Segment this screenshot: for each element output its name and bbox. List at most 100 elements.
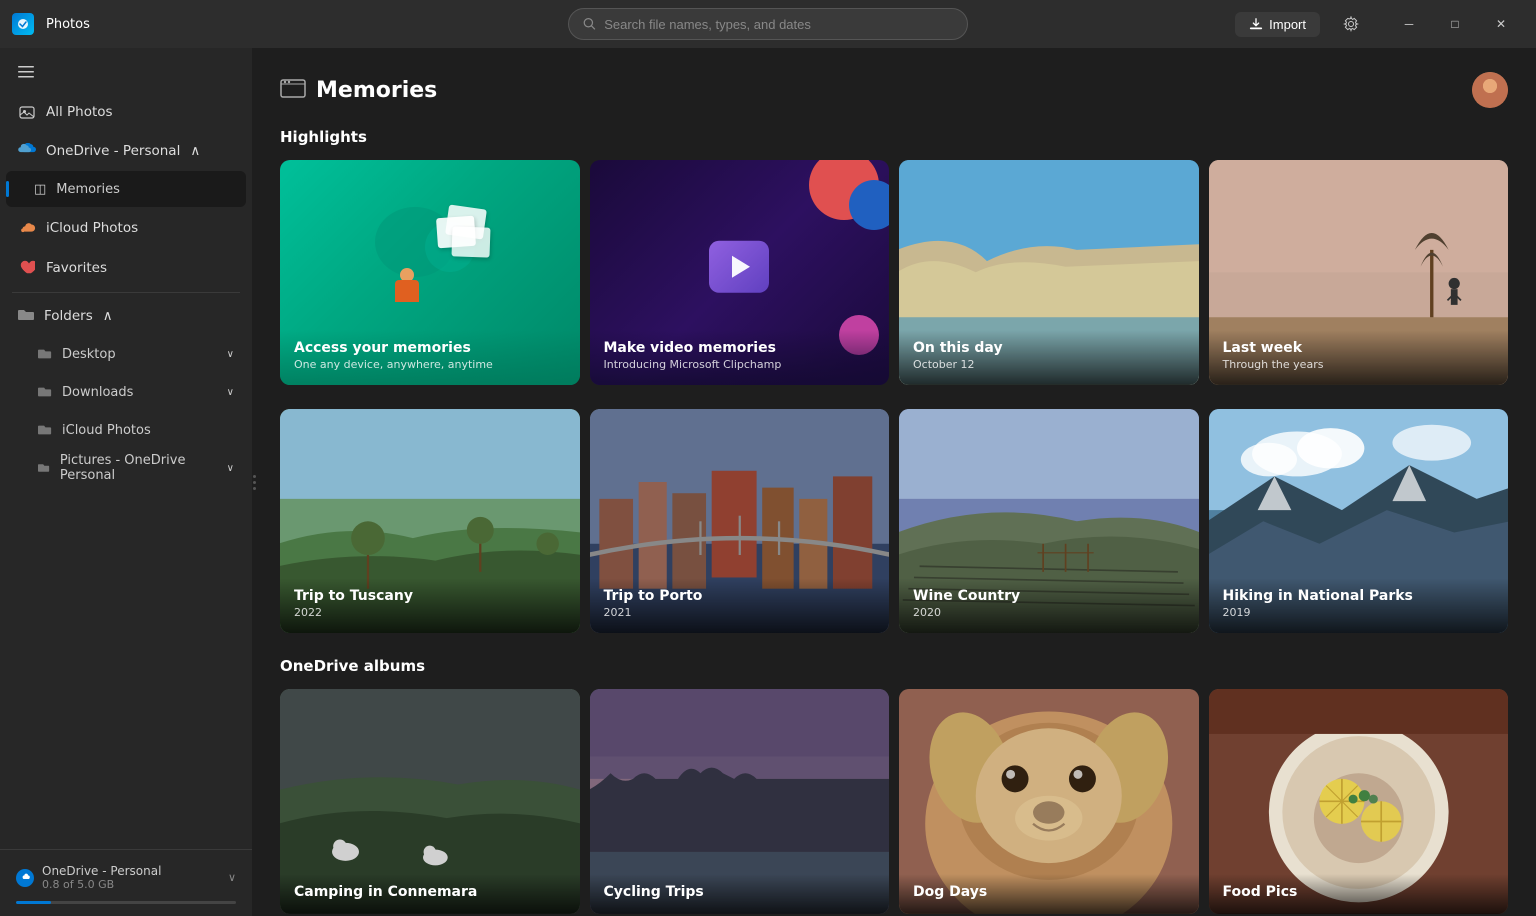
desktop-label: Desktop xyxy=(62,347,116,362)
subfolder-icon xyxy=(38,347,52,361)
cycling-title: Cycling Trips xyxy=(604,884,876,900)
user-avatar[interactable] xyxy=(1472,72,1508,108)
settings-button[interactable] xyxy=(1328,8,1374,40)
storage-fill xyxy=(16,901,51,904)
card-onthisday-title: On this day xyxy=(913,340,1185,356)
hiking-title: Hiking in National Parks xyxy=(1223,588,1495,604)
food-title: Food Pics xyxy=(1223,884,1495,900)
pictures-label: Pictures - OneDrive Personal xyxy=(60,453,217,483)
highlight-card-video[interactable]: Make video memories Introducing Microsof… xyxy=(590,160,890,385)
icloud-icon xyxy=(18,219,36,237)
sidebar-item-icloud[interactable]: iCloud Photos xyxy=(6,209,246,247)
sidebar-item-all-photos[interactable]: All Photos xyxy=(6,93,246,131)
sidebar-item-favorites[interactable]: Favorites xyxy=(6,249,246,287)
tuscany-title: Trip to Tuscany xyxy=(294,588,566,604)
chevron-icon-downloads: ∨ xyxy=(227,387,234,398)
highlights-grid: Access your memories One any device, any… xyxy=(280,160,1508,385)
sidebar-onedrive-section[interactable]: OneDrive - Personal ∧ xyxy=(6,133,246,169)
blob2 xyxy=(849,180,889,230)
album-card-camping[interactable]: Camping in Connemara xyxy=(280,689,580,914)
memories-page-icon xyxy=(280,77,306,104)
memory-card-wine[interactable]: Wine Country 2020 xyxy=(899,409,1199,634)
page-title-row: Memories xyxy=(280,77,437,104)
dog-title: Dog Days xyxy=(913,884,1185,900)
memory-card-hiking[interactable]: Hiking in National Parks 2019 xyxy=(1209,409,1509,634)
import-button[interactable]: Import xyxy=(1235,12,1320,37)
app-logo xyxy=(12,13,34,35)
chevron-icon-pictures: ∨ xyxy=(227,463,234,474)
app-title: Photos xyxy=(46,17,90,32)
app-body: All Photos OneDrive - Personal ∧ ◫ Memor… xyxy=(0,48,1536,916)
onedrive-footer-item[interactable]: OneDrive - Personal 0.8 of 5.0 GB ∨ xyxy=(12,858,240,897)
subfolder-icloud-icon xyxy=(38,423,52,437)
wine-subtitle: 2020 xyxy=(913,606,1185,619)
storage-bar xyxy=(12,901,240,904)
albums-grid: Camping in Connemara C xyxy=(280,689,1508,914)
clipchamp-icon xyxy=(709,241,769,293)
titlebar-actions: Import ─ □ ✕ xyxy=(1235,8,1524,40)
minimize-button[interactable]: ─ xyxy=(1386,8,1432,40)
card-video-title: Make video memories xyxy=(604,340,876,356)
sidebar-divider xyxy=(12,292,240,293)
icloud-photos-folder-label: iCloud Photos xyxy=(62,423,151,438)
page-header: Memories xyxy=(280,72,1508,108)
album-card-food[interactable]: Food Pics xyxy=(1209,689,1509,914)
onedrive-footer-text: OneDrive - Personal 0.8 of 5.0 GB xyxy=(42,864,161,891)
sidebar-footer: OneDrive - Personal 0.8 of 5.0 GB ∨ xyxy=(0,849,252,916)
favorites-label: Favorites xyxy=(46,260,107,276)
maximize-button[interactable]: □ xyxy=(1432,8,1478,40)
main-content: Memories Highlights xyxy=(252,48,1536,916)
card-lastweek-subtitle: Through the years xyxy=(1223,358,1495,371)
highlight-card-lastweek[interactable]: Last week Through the years xyxy=(1209,160,1509,385)
subfolder-pictures-icon xyxy=(38,461,50,475)
card-access-subtitle: One any device, anywhere, anytime xyxy=(294,358,566,371)
heart-icon xyxy=(18,259,36,277)
sidebar-item-pictures[interactable]: Pictures - OneDrive Personal ∨ xyxy=(6,450,246,486)
sidebar-resize-handle[interactable] xyxy=(252,48,256,916)
highlight-card-onthisday[interactable]: On this day October 12 xyxy=(899,160,1199,385)
card-video-subtitle: Introducing Microsoft Clipchamp xyxy=(604,358,876,371)
search-bar[interactable] xyxy=(568,8,968,40)
highlights-section-title: Highlights xyxy=(280,128,1508,146)
resize-dot xyxy=(253,487,256,490)
search-input[interactable] xyxy=(604,17,953,32)
folder-icon xyxy=(18,307,34,325)
page-title: Memories xyxy=(316,78,437,103)
active-indicator xyxy=(6,181,9,197)
tuscany-subtitle: 2022 xyxy=(294,606,566,619)
sidebar-item-downloads[interactable]: Downloads ∨ xyxy=(6,374,246,410)
card-access-title: Access your memories xyxy=(294,340,566,356)
memory-card-porto[interactable]: Trip to Porto 2021 xyxy=(590,409,890,634)
memories-grid: Trip to Tuscany 2022 xyxy=(280,409,1508,634)
sidebar-item-desktop[interactable]: Desktop ∨ xyxy=(6,336,246,372)
card-onthisday-subtitle: October 12 xyxy=(913,358,1185,371)
memories-label: Memories xyxy=(56,182,120,197)
album-card-dog[interactable]: Dog Days xyxy=(899,689,1199,914)
memory-card-tuscany[interactable]: Trip to Tuscany 2022 xyxy=(280,409,580,634)
onedrive-footer-icon xyxy=(16,869,34,887)
hamburger-menu[interactable] xyxy=(6,54,246,90)
album-card-cycling[interactable]: Cycling Trips xyxy=(590,689,890,914)
resize-dot xyxy=(253,481,256,484)
sidebar-folders-section[interactable]: Folders ∧ xyxy=(6,298,246,334)
subfolder-downloads-icon xyxy=(38,385,52,399)
sidebar-item-memories[interactable]: ◫ Memories xyxy=(6,171,246,207)
titlebar: Photos Import ─ □ ✕ xyxy=(0,0,1536,48)
sidebar-item-icloud-photos[interactable]: iCloud Photos xyxy=(6,412,246,448)
chevron-up-icon-folders: ∧ xyxy=(103,308,113,324)
card-access-art xyxy=(280,160,580,345)
onedrive-label: OneDrive - Personal xyxy=(46,143,180,159)
chevron-icon-desktop: ∨ xyxy=(227,349,234,360)
memories-icon: ◫ xyxy=(34,182,46,197)
search-icon xyxy=(583,17,596,31)
sidebar: All Photos OneDrive - Personal ∧ ◫ Memor… xyxy=(0,48,252,916)
porto-title: Trip to Porto xyxy=(604,588,876,604)
hamburger-icon xyxy=(18,64,34,80)
close-button[interactable]: ✕ xyxy=(1478,8,1524,40)
folders-label: Folders xyxy=(44,308,93,324)
highlight-card-access[interactable]: Access your memories One any device, any… xyxy=(280,160,580,385)
import-icon xyxy=(1249,17,1263,31)
hiking-subtitle: 2019 xyxy=(1223,606,1495,619)
window-controls: ─ □ ✕ xyxy=(1386,8,1524,40)
resize-dot xyxy=(253,475,256,478)
